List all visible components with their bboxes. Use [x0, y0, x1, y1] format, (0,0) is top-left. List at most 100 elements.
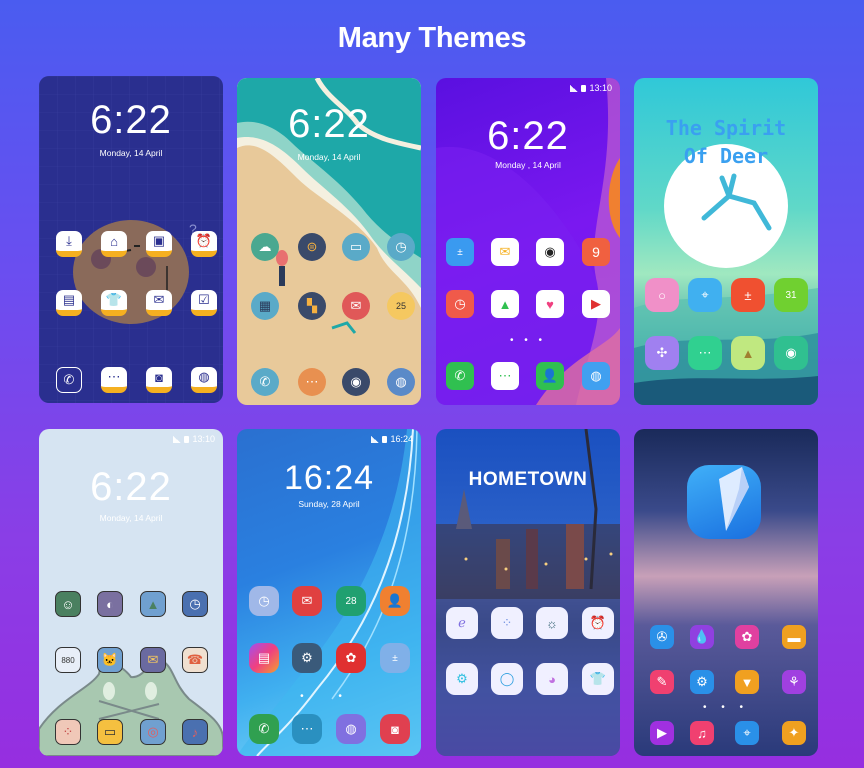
video-icon[interactable]: ▶	[650, 721, 674, 745]
apps-icon[interactable]: ⁘	[491, 607, 523, 639]
folder-icon[interactable]: ▬	[782, 625, 806, 649]
clock-icon[interactable]: ◷	[387, 233, 415, 261]
video-icon[interactable]: ▶	[582, 290, 610, 318]
calendar-icon[interactable]: 31	[774, 278, 808, 312]
calculator-icon[interactable]: 880	[55, 647, 81, 673]
calculator-icon[interactable]: ±	[446, 238, 474, 266]
theme-card-frog[interactable]: 13:10 6:22 Monday, 14 April ☺ ◐ ▲ ◷ 880 …	[39, 429, 223, 756]
theme-card-beach[interactable]: 6:22 Monday, 14 April ☁ ⊜ ▭ ◷ ▦ ▚ ✉ 25 ✆…	[237, 78, 421, 405]
mail-icon[interactable]: ✉	[342, 292, 370, 320]
cloud-download-icon[interactable]: ☁	[251, 233, 279, 261]
toggle-icon[interactable]: ◐	[97, 591, 123, 617]
browser-icon[interactable]: ◍	[582, 362, 610, 390]
calculator-icon[interactable]: ▦	[251, 292, 279, 320]
calculator-icon[interactable]: ±	[731, 278, 765, 312]
calculator-icon[interactable]: ±	[380, 643, 410, 673]
phone-icon[interactable]: ✆	[446, 362, 474, 390]
theme-card-deer[interactable]: The Spirit Of Deer ○ ⌖ ± 31 ✣ ⋯ ▲ ◉	[634, 78, 818, 405]
butterfly-icon[interactable]: ⚘	[782, 670, 806, 694]
paint-icon[interactable]: ▤	[249, 643, 279, 673]
lock-date: Monday , 14 April	[495, 160, 561, 170]
shirt-icon[interactable]: 👕	[101, 290, 127, 316]
message-icon[interactable]: ⋯	[292, 714, 322, 744]
gallery-icon[interactable]: ▭	[342, 233, 370, 261]
tools-icon[interactable]: ✇	[650, 625, 674, 649]
drop-icon[interactable]: 💧	[690, 625, 714, 649]
location-icon[interactable]: ⌖	[688, 278, 722, 312]
flashlight-icon[interactable]: ▼	[735, 670, 759, 694]
note-icon[interactable]: ▭	[97, 719, 123, 745]
theme-card-crystal[interactable]: ✇ 💧 ✿ ▬ ✎ ⚙ ▼ ⚘ • • • ▶ ♫ ⌖ ✦	[634, 429, 818, 756]
contacts-icon[interactable]: 👤	[536, 362, 564, 390]
browser-icon[interactable]: ℯ	[446, 607, 478, 639]
browser-icon[interactable]: ◍	[336, 714, 366, 744]
browser-icon[interactable]: ◍	[387, 368, 415, 396]
landscape-icon[interactable]: ▲	[140, 591, 166, 617]
browser-icon[interactable]: ◍	[191, 367, 217, 393]
ring-icon[interactable]: ○	[645, 278, 679, 312]
music-icon[interactable]: ♪	[182, 719, 208, 745]
cat-icon[interactable]: 🐱	[97, 647, 123, 673]
clock-icon[interactable]: ◷	[182, 591, 208, 617]
camera-icon[interactable]: ◉	[342, 368, 370, 396]
phone-icon[interactable]: ✆	[249, 714, 279, 744]
download-icon[interactable]: ⤓	[56, 231, 82, 257]
calculator-icon[interactable]: ▤	[56, 290, 82, 316]
home-icon[interactable]: ⌂	[101, 231, 127, 257]
flower-icon[interactable]: ✿	[735, 625, 759, 649]
status-bar: 13:10	[570, 83, 612, 93]
flower-icon[interactable]: ✿	[336, 643, 366, 673]
status-bar: 16:24	[371, 434, 413, 444]
health-icon[interactable]: ♥	[536, 290, 564, 318]
camera-icon[interactable]: ◉	[536, 238, 564, 266]
feather-icon[interactable]: ✎	[650, 670, 674, 694]
pinwheel-icon[interactable]: ✣	[645, 336, 679, 370]
phone-icon[interactable]: ✆	[251, 368, 279, 396]
toggle-icon[interactable]: ⊜	[298, 233, 326, 261]
theme-icon[interactable]: 👕	[582, 663, 614, 695]
apps-icon[interactable]: ▚	[298, 292, 326, 320]
alarm-icon[interactable]: ⏰	[191, 231, 217, 257]
location-icon[interactable]: ⌖	[735, 721, 759, 745]
mail-icon[interactable]: ✉	[491, 238, 519, 266]
theme-headline-line1: The Spirit	[665, 116, 787, 140]
message-icon[interactable]: ⋯	[101, 367, 127, 393]
theme-card-purple[interactable]: 13:10 6:22 Monday , 14 April ± ✉ ◉ 9 ◷ ▲…	[436, 78, 620, 405]
phone-icon[interactable]: ✆	[56, 367, 82, 393]
alarm-icon[interactable]: ⏰	[582, 607, 614, 639]
calendar-icon[interactable]: 28	[336, 586, 366, 616]
camera-icon[interactable]: ◎	[140, 719, 166, 745]
calendar-icon[interactable]: 9	[582, 238, 610, 266]
calendar-icon[interactable]: ☑	[191, 290, 217, 316]
settings-icon[interactable]: ⁘	[55, 719, 81, 745]
weather-icon[interactable]: ☼	[536, 607, 568, 639]
camera-icon[interactable]: ◉	[774, 336, 808, 370]
settings-icon[interactable]: ⚙	[690, 670, 714, 694]
message-icon[interactable]: ⋯	[491, 362, 519, 390]
message-icon[interactable]: ⋯	[688, 336, 722, 370]
camera-icon[interactable]: ◙	[380, 714, 410, 744]
gallery-icon[interactable]: ▣	[146, 231, 172, 257]
radio-icon[interactable]: ☎	[182, 647, 208, 673]
guitar-icon[interactable]: ♫	[690, 721, 714, 745]
gallery-icon[interactable]: ▲	[491, 290, 519, 318]
deer-icon[interactable]: ✦	[782, 721, 806, 745]
mail-icon[interactable]: ✉	[140, 647, 166, 673]
contacts-icon[interactable]: 👤	[380, 586, 410, 616]
theme-card-hometown[interactable]: HOMETOWN ℯ ⁘ ☼ ⏰ ⚙ ◯ ◕ 👕	[436, 429, 620, 756]
clock-icon[interactable]: ◷	[249, 586, 279, 616]
mail-icon[interactable]: ✉	[146, 290, 172, 316]
gallery-icon[interactable]: ▲	[731, 336, 765, 370]
theme-card-samsung[interactable]: 16:24 16:24 Sunday, 28 April ◷ ✉ 28 👤 ▤ …	[237, 429, 421, 756]
message-icon[interactable]: ◯	[491, 663, 523, 695]
message-icon[interactable]: ⋯	[298, 368, 326, 396]
camera-icon[interactable]: ◙	[146, 367, 172, 393]
settings-icon[interactable]: ⚙	[292, 643, 322, 673]
clock-icon[interactable]: ◷	[446, 290, 474, 318]
theme-card-cookie[interactable]: ? 6:22 Monday, 14 April ⤓ ⌂ ▣ ⏰ ▤ 👕 ✉ ☑ …	[39, 76, 223, 403]
photo-frame-icon[interactable]: ☺	[55, 591, 81, 617]
settings-icon[interactable]: ⚙	[446, 663, 478, 695]
calendar-icon[interactable]: 25	[387, 292, 415, 320]
mail-icon[interactable]: ✉	[292, 586, 322, 616]
gallery-icon[interactable]: ◕	[536, 663, 568, 695]
